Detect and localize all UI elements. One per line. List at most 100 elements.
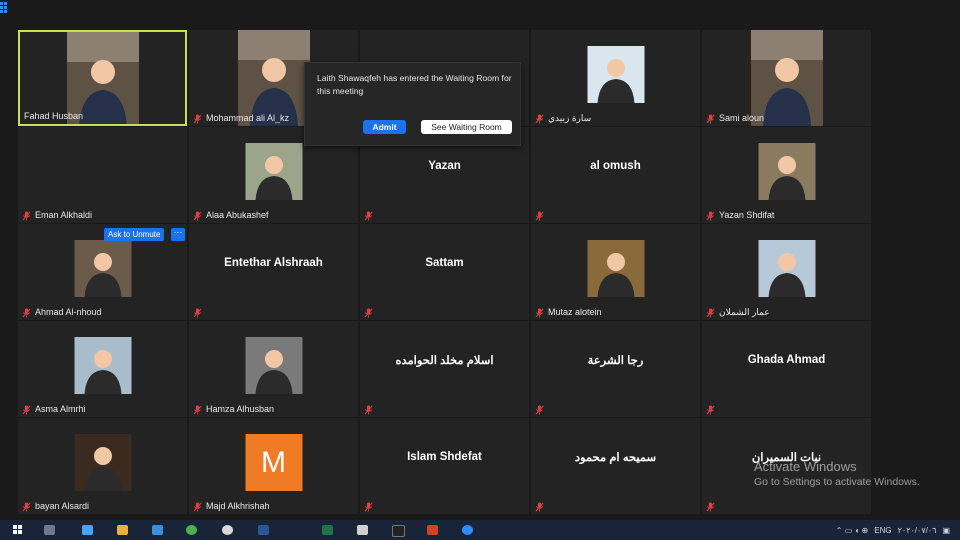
- participant-display-name: رجا الشرعة: [587, 355, 644, 367]
- muted-mic-icon: [364, 211, 373, 221]
- participant-name: Yazan Shdifat: [719, 210, 775, 220]
- muted-mic-icon: [22, 211, 31, 221]
- muted-mic-icon: [706, 211, 715, 221]
- participant-name-label: سارة زبيدي: [535, 113, 591, 124]
- participant-display-name: al omush: [590, 160, 641, 172]
- participant-tile[interactable]: سارة زبيدي: [531, 30, 700, 126]
- muted-mic-icon: [193, 114, 202, 124]
- see-waiting-room-button[interactable]: See Waiting Room: [421, 120, 512, 134]
- participant-name-label: [364, 502, 377, 512]
- participant-name-label: [535, 211, 548, 221]
- participant-tile[interactable]: Yazan Shdifat: [702, 127, 871, 223]
- participant-tile[interactable]: Sami aloun: [702, 30, 871, 126]
- windows-taskbar: ⌃ ▭ ◖ ⊕ ENG ٢٠٢٠/٠٧/٠٦ ▣: [0, 520, 960, 540]
- participant-tile[interactable]: رجا الشرعة: [531, 321, 700, 417]
- participant-tile[interactable]: Eman Alkhaldi: [18, 127, 187, 223]
- watermark-title: Activate Windows: [754, 459, 857, 474]
- ask-to-unmute-button[interactable]: Ask to Unmute: [104, 228, 165, 241]
- participant-tile[interactable]: Sattam: [360, 224, 529, 320]
- app-icon[interactable]: [357, 525, 368, 535]
- participant-tile[interactable]: عمار الشملان: [702, 224, 871, 320]
- muted-mic-icon: [22, 502, 31, 512]
- participant-tile[interactable]: Islam Shdefat: [360, 418, 529, 514]
- participant-name: Alaa Abukashef: [206, 210, 269, 220]
- browser-icon[interactable]: [222, 525, 233, 535]
- participant-photo: [245, 143, 302, 200]
- store-icon[interactable]: [152, 525, 163, 535]
- participant-display-name: Entethar Alshraah: [224, 257, 323, 269]
- participant-name-label: Alaa Abukashef: [193, 210, 269, 221]
- zoom-icon[interactable]: [462, 525, 473, 535]
- taskbar-clock[interactable]: ٢٠٢٠/٠٧/٠٦: [898, 526, 937, 535]
- muted-mic-icon: [535, 114, 544, 124]
- participant-name-label: [193, 308, 206, 318]
- participant-name: Hamza Alhusban: [206, 404, 275, 414]
- participant-photo: [245, 337, 302, 394]
- muted-mic-icon: [364, 405, 373, 415]
- participant-name: Asma Almrhi: [35, 404, 86, 414]
- notification-message: Laith Shawaqfeh has entered the Waiting …: [317, 73, 512, 96]
- participant-display-name: اسلام مخلد الحوامده: [395, 355, 494, 367]
- participant-name: عمار الشملان: [719, 307, 770, 317]
- muted-mic-icon: [193, 405, 202, 415]
- participant-photo: [587, 46, 644, 103]
- participant-name-label: Mohammad ali Al_kz: [193, 113, 289, 124]
- muted-mic-icon: [535, 405, 544, 415]
- participant-tile[interactable]: M Majd Alkhrishah: [189, 418, 358, 514]
- word-icon[interactable]: [258, 525, 269, 535]
- participant-name-label: Sami aloun: [706, 113, 764, 124]
- waiting-room-notification: Laith Shawaqfeh has entered the Waiting …: [304, 62, 521, 146]
- muted-mic-icon: [193, 308, 202, 318]
- taskbar-language[interactable]: ENG: [874, 526, 891, 535]
- participant-name-label: Yazan Shdifat: [706, 210, 774, 221]
- excel-icon[interactable]: [322, 525, 333, 535]
- muted-mic-icon: [535, 308, 544, 318]
- participant-photo: [758, 240, 815, 297]
- participant-tile[interactable]: سميحه ام محمود: [531, 418, 700, 514]
- gallery-view-icon[interactable]: [0, 2, 12, 14]
- participant-name-label: [535, 405, 548, 415]
- notification-center-icon[interactable]: ▣: [942, 526, 950, 535]
- participant-name: Mohammad ali Al_kz: [206, 113, 290, 123]
- muted-mic-icon: [706, 114, 715, 124]
- participant-tile[interactable]: Ghada Ahmad: [702, 321, 871, 417]
- participant-tile[interactable]: Mutaz alotein: [531, 224, 700, 320]
- participant-photo: [74, 434, 131, 491]
- watermark-subtitle: Go to Settings to activate Windows.: [754, 476, 920, 488]
- muted-mic-icon: [193, 211, 202, 221]
- muted-mic-icon: [22, 405, 31, 415]
- task-view-icon[interactable]: [82, 525, 93, 535]
- participant-tile[interactable]: Asma Almrhi: [18, 321, 187, 417]
- muted-mic-icon: [364, 308, 373, 318]
- participant-photo: [587, 240, 644, 297]
- participant-tile[interactable]: Fahad Husban: [18, 30, 187, 126]
- admit-button[interactable]: Admit: [363, 120, 406, 134]
- muted-mic-icon: [535, 502, 544, 512]
- powerpoint-icon[interactable]: [427, 525, 438, 535]
- muted-mic-icon: [535, 211, 544, 221]
- more-options-button[interactable]: ···: [171, 228, 185, 241]
- participant-name-label: [535, 502, 548, 512]
- search-icon[interactable]: [44, 525, 55, 535]
- participant-name-label: Hamza Alhusban: [193, 404, 274, 415]
- participant-name-label: [364, 308, 377, 318]
- media-icon[interactable]: [392, 525, 405, 537]
- chrome-icon[interactable]: [186, 525, 197, 535]
- participant-photo: [74, 337, 131, 394]
- participant-tile[interactable]: Entethar Alshraah: [189, 224, 358, 320]
- participant-tile[interactable]: al omush: [531, 127, 700, 223]
- file-explorer-icon[interactable]: [117, 525, 128, 535]
- tray-icons[interactable]: ⌃ ▭ ◖ ⊕: [836, 526, 868, 535]
- participant-name-label: عمار الشملان: [706, 307, 770, 318]
- participant-name: Majd Alkhrishah: [206, 501, 270, 511]
- participant-name: Mutaz alotein: [548, 307, 602, 317]
- muted-mic-icon: [193, 502, 202, 512]
- participant-photo: [758, 143, 815, 200]
- participant-display-name: سميحه ام محمود: [574, 452, 657, 464]
- participant-name-label: Majd Alkhrishah: [193, 501, 270, 512]
- participant-name: Sami aloun: [719, 113, 765, 123]
- participant-name: bayan Alsardi: [35, 501, 90, 511]
- participant-tile[interactable]: bayan Alsardi: [18, 418, 187, 514]
- participant-tile[interactable]: Hamza Alhusban: [189, 321, 358, 417]
- participant-tile[interactable]: اسلام مخلد الحوامده: [360, 321, 529, 417]
